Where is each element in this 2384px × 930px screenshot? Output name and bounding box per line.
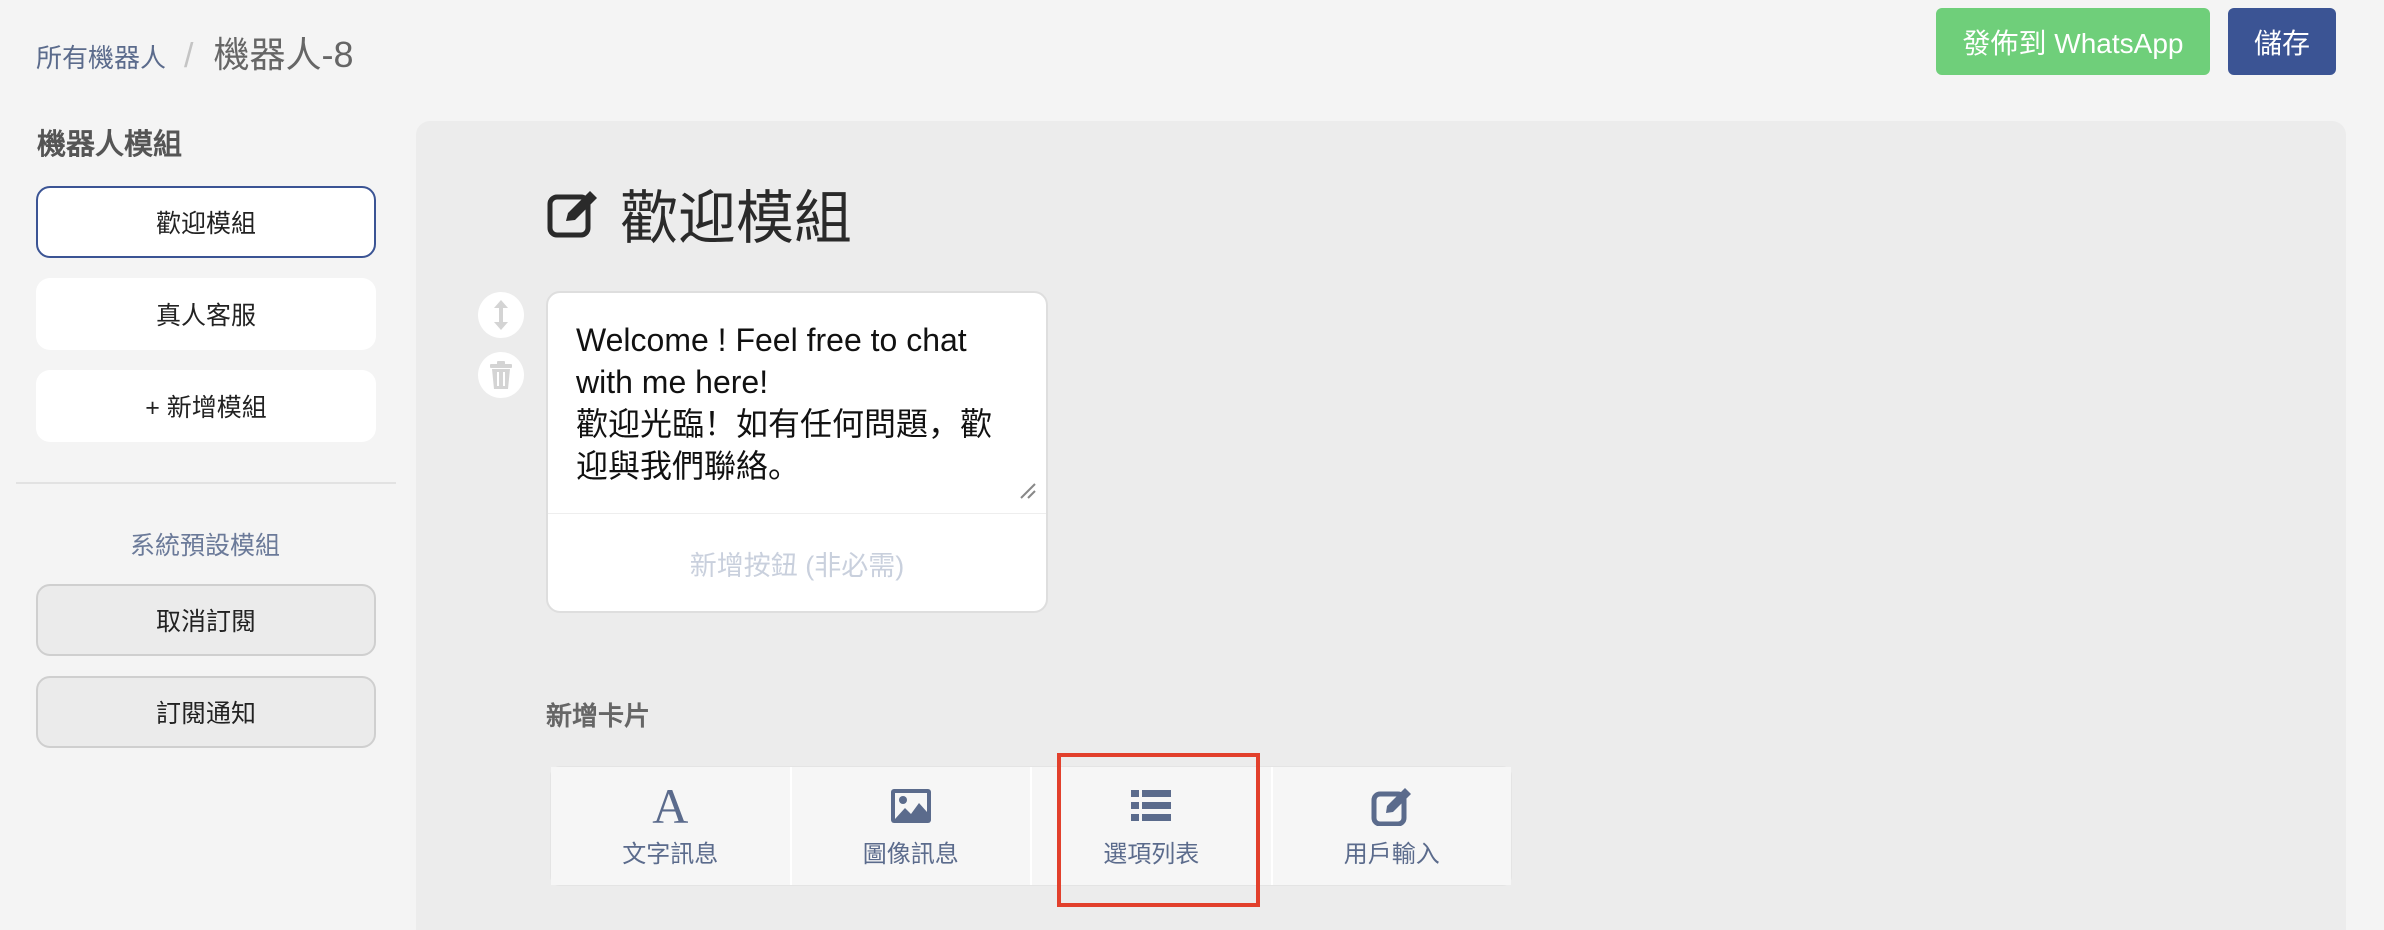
trash-icon	[490, 361, 512, 389]
system-module-subscribe-notice[interactable]: 訂閱通知	[36, 676, 376, 748]
module-editor-panel: 歡迎模組 Welcome ! Feel free to chat with me…	[416, 121, 2346, 930]
system-modules-title: 系統預設模組	[129, 532, 280, 560]
card-type-label: 用戶輸入	[1343, 840, 1440, 868]
sidebar-module-label: 真人客服	[155, 302, 256, 330]
move-vertical-icon	[494, 300, 508, 330]
breadcrumb-current-bot: 機器人-8	[213, 34, 354, 75]
sidebar-module-label: 歡迎模組	[155, 210, 256, 238]
card-type-text[interactable]: A 文字訊息	[551, 767, 792, 885]
edit-icon	[547, 191, 597, 238]
resize-handle-icon[interactable]	[1018, 481, 1036, 499]
module-heading: 歡迎模組	[546, 171, 852, 255]
card-type-label: 圖像訊息	[862, 840, 959, 868]
breadcrumb-separator: /	[184, 37, 194, 75]
system-module-label: 訂閱通知	[155, 700, 256, 728]
text-icon: A	[652, 777, 689, 834]
highlight-box	[1057, 753, 1260, 907]
card-type-user-input[interactable]: 用戶輸入	[1272, 767, 1511, 885]
add-card-label: 新增卡片	[546, 701, 651, 731]
card-divider	[548, 513, 1046, 514]
sidebar: 機器人模組 歡迎模組 真人客服 + 新增模組 系統預設模組 取消訂閱 訂閱通知	[0, 96, 410, 930]
sidebar-divider	[16, 482, 396, 484]
card-type-selector: A 文字訊息 圖像訊息 選項列表 用戶輸入	[550, 766, 1512, 886]
sidebar-module-live-agent[interactable]: 真人客服	[36, 278, 376, 350]
card-type-image[interactable]: 圖像訊息	[791, 767, 1032, 885]
system-module-unsubscribe[interactable]: 取消訂閱	[36, 584, 376, 656]
add-button-optional[interactable]: 新增按鈕 (非必需)	[548, 515, 1046, 611]
publish-whatsapp-button[interactable]: 發佈到 WhatsApp	[1936, 8, 2210, 75]
add-module-button[interactable]: + 新增模組	[36, 370, 376, 442]
add-module-label: + 新增模組	[145, 394, 267, 422]
image-icon	[890, 784, 932, 828]
delete-card-button[interactable]	[478, 352, 524, 398]
sidebar-title: 機器人模組	[37, 129, 183, 161]
sidebar-module-welcome[interactable]: 歡迎模組	[36, 186, 376, 258]
breadcrumb: 所有機器人 / 機器人-8	[36, 26, 353, 78]
text-message-card: Welcome ! Feel free to chat with me here…	[546, 291, 1048, 613]
breadcrumb-all-bots-link[interactable]: 所有機器人	[36, 38, 166, 75]
system-module-label: 取消訂閱	[155, 608, 256, 636]
move-card-handle[interactable]	[478, 292, 524, 338]
save-button[interactable]: 儲存	[2228, 8, 2336, 75]
top-bar: 所有機器人 / 機器人-8 發佈到 WhatsApp 儲存	[0, 0, 2384, 96]
module-title: 歡迎模組	[620, 186, 853, 251]
message-textarea[interactable]: Welcome ! Feel free to chat with me here…	[576, 319, 1016, 487]
user-input-icon	[1371, 784, 1413, 828]
card-type-label: 文字訊息	[622, 840, 719, 868]
